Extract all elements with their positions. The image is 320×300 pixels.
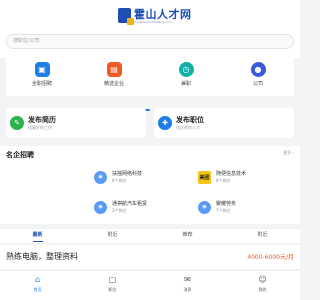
company-job-count: 8个岗位: [216, 177, 231, 183]
post-resume-subtitle: 找最好的工作: [28, 124, 52, 130]
post-job-title: 发布职位: [176, 115, 204, 124]
quick-entry-grid: ▣ 全职招聘 ▤ 精选企业 ◷ 兼职 ● 公司: [6, 58, 294, 96]
tab-recommended[interactable]: 推荐: [150, 229, 225, 243]
carousel-indicator: [145, 96, 155, 111]
quick-entry-label: 全职招聘: [31, 81, 52, 87]
clock-icon: ◷: [178, 62, 194, 77]
post-job-icon: ✚: [158, 116, 172, 130]
briefcase-icon: ▣: [34, 62, 50, 77]
company-job-count: 3个岗位: [112, 207, 127, 213]
location-pin-icon: ◉: [94, 170, 107, 184]
meituan-logo: 美团: [198, 170, 211, 184]
bottom-nav: ⌂ 首页 ▢ 职位 ✉ 消息 ☺ 我的: [0, 270, 300, 300]
home-icon: ⌂: [34, 275, 41, 284]
nav-label: 我的: [258, 287, 267, 292]
tab-nearby-2[interactable]: 附近: [225, 229, 300, 243]
job-bag-icon: ▢: [108, 275, 117, 284]
tab-latest[interactable]: 最新: [0, 229, 75, 243]
company-card[interactable]: ◉ 扶摇网络科技 8个岗位: [90, 164, 190, 190]
company-name: 扶摇网络科技: [112, 170, 143, 177]
post-resume-title: 发布简历: [28, 115, 56, 124]
company-card[interactable]: 美团 随便信息技术 8个岗位: [194, 164, 294, 190]
company-name: 随便信息技术: [216, 170, 247, 177]
tab-nearby[interactable]: 附近: [75, 229, 150, 243]
quick-entry-fulltime[interactable]: ▣ 全职招聘: [6, 58, 78, 96]
company-name: 聚耀劳务: [216, 200, 237, 207]
resume-icon: ✎: [10, 116, 24, 130]
post-resume-card[interactable]: ✎ 发布简历 找最好的工作: [6, 108, 146, 138]
nav-label: 消息: [183, 287, 192, 292]
quick-entry-label: 精选企业: [103, 81, 124, 87]
post-job-subtitle: 找优秀的人才: [176, 124, 200, 130]
nav-jobs[interactable]: ▢ 职位: [75, 271, 150, 300]
brand-subtitle: huoshanrencaiwang.com: [134, 20, 172, 24]
job-salary: 4000-6000元/月: [247, 254, 294, 261]
message-icon: ✉: [184, 275, 191, 284]
app-header: 霍山人才网 huoshanrencaiwang.com 搜职位/公司: [0, 0, 300, 58]
quick-entry-label: 兼职: [180, 81, 191, 87]
location-pin-icon: ◉: [94, 200, 107, 214]
search-input[interactable]: 搜职位/公司: [6, 34, 294, 49]
quick-entry-company[interactable]: ● 公司: [222, 58, 294, 96]
quick-entry-label: 公司: [252, 81, 263, 87]
nav-profile[interactable]: ☺ 我的: [225, 271, 300, 300]
post-job-card[interactable]: ✚ 发布职位 找优秀的人才: [154, 108, 294, 138]
nav-home[interactable]: ⌂ 首页: [0, 271, 75, 300]
more-link[interactable]: 更多 ›: [283, 150, 294, 156]
famous-companies-section: 名企招聘 更多 › ◉ 扶摇网络科技 8个岗位 美团 随便信息技术 8个岗位 ◉…: [0, 146, 300, 224]
quick-entry-parttime[interactable]: ◷ 兼职: [150, 58, 222, 96]
quick-entry-featured-companies[interactable]: ▤ 精选企业: [78, 58, 150, 96]
nav-messages[interactable]: ✉ 消息: [150, 271, 225, 300]
nav-label: 职位: [108, 287, 117, 292]
section-title: 名企招聘: [6, 151, 34, 159]
profile-icon: ☺: [258, 275, 267, 284]
job-tabs: 最新 附近 推荐 附近: [0, 229, 300, 243]
job-title: 熟练电脑，整理资料: [6, 252, 78, 261]
company-job-count: 7个岗位: [216, 207, 231, 213]
company-name: 通祺航汽车租赁: [112, 200, 148, 207]
building-icon: ▤: [106, 62, 122, 77]
nav-label: 首页: [33, 287, 42, 292]
location-pin-icon: ◉: [198, 200, 211, 214]
company-job-count: 8个岗位: [112, 177, 127, 183]
job-list-item[interactable]: 熟练电脑，整理资料 4000-6000元/月: [0, 245, 300, 269]
logo-mark-icon: [118, 7, 134, 25]
company-card[interactable]: ◉ 通祺航汽车租赁 3个岗位: [90, 194, 190, 220]
person-icon: ●: [250, 62, 266, 77]
company-card[interactable]: ◉ 聚耀劳务 7个岗位: [194, 194, 294, 220]
